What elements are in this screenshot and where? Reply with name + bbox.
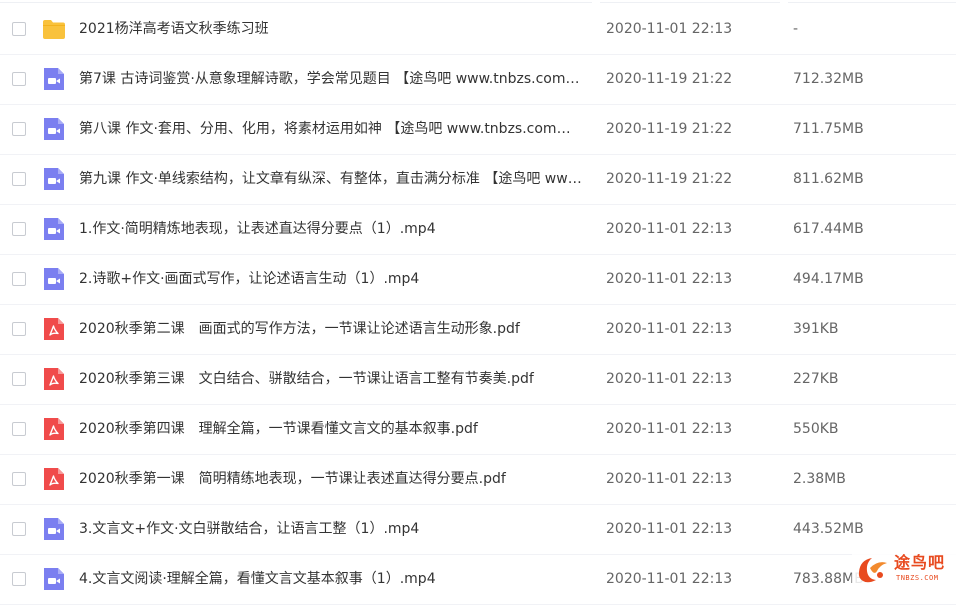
file-list: 2021杨洋高考语文秋季练习班 2020-11-01 22:13 - 第7课 古…	[0, 5, 956, 605]
file-row[interactable]: 2020秋季第三课 文白结合、骈散结合，一节课让语言工整有节奏美.pdf 202…	[0, 355, 956, 405]
file-date: 2020-11-01 22:13	[606, 371, 733, 387]
file-size: 391KB	[793, 321, 839, 337]
file-date: 2020-11-01 22:13	[606, 271, 733, 287]
row-checkbox[interactable]	[12, 122, 26, 136]
file-name[interactable]: 2020秋季第二课 画面式的写作方法，一节课让论述语言生动形象.pdf	[79, 319, 584, 339]
file-row[interactable]: 2020秋季第四课 理解全篇，一节课看懂文言文的基本叙事.pdf 2020-11…	[0, 405, 956, 455]
file-size: 550KB	[793, 421, 839, 437]
file-row[interactable]: 第八课 作文·套用、分用、化用，将素材运用如神 【途鸟吧 www.tnbzs.c…	[0, 105, 956, 155]
file-size: -	[793, 21, 799, 37]
file-name[interactable]: 3.文言文+作文·文白骈散结合，让语言工整（1）.mp4	[79, 519, 584, 539]
file-name[interactable]: 2.诗歌+作文·画面式写作，让论述语言生动（1）.mp4	[79, 269, 584, 289]
file-name[interactable]: 2020秋季第三课 文白结合、骈散结合，一节课让语言工整有节奏美.pdf	[79, 369, 584, 389]
row-checkbox[interactable]	[12, 372, 26, 386]
video-file-icon	[42, 168, 66, 190]
row-checkbox[interactable]	[12, 472, 26, 486]
row-checkbox[interactable]	[12, 72, 26, 86]
file-size: 712.32MB	[793, 71, 864, 87]
file-size: 227KB	[793, 371, 839, 387]
file-date: 2020-11-01 22:13	[606, 421, 733, 437]
folder-icon	[42, 18, 66, 40]
file-size: 494.17MB	[793, 271, 864, 287]
file-name[interactable]: 第八课 作文·套用、分用、化用，将素材运用如神 【途鸟吧 www.tnbzs.c…	[79, 119, 584, 139]
file-name[interactable]: 2020秋季第四课 理解全篇，一节课看懂文言文的基本叙事.pdf	[79, 419, 584, 439]
file-row[interactable]: 2020秋季第二课 画面式的写作方法，一节课让论述语言生动形象.pdf 2020…	[0, 305, 956, 355]
file-date: 2020-11-01 22:13	[606, 21, 733, 37]
row-checkbox[interactable]	[12, 572, 26, 586]
file-date: 2020-11-19 21:22	[606, 171, 733, 187]
file-row[interactable]: 2.诗歌+作文·画面式写作，让论述语言生动（1）.mp4 2020-11-01 …	[0, 255, 956, 305]
file-date: 2020-11-19 21:22	[606, 71, 733, 87]
file-row[interactable]: 2021杨洋高考语文秋季练习班 2020-11-01 22:13 -	[0, 5, 956, 55]
watermark-text: 途鸟吧	[894, 553, 946, 572]
file-name[interactable]: 2021杨洋高考语文秋季练习班	[79, 19, 584, 39]
row-checkbox[interactable]	[12, 172, 26, 186]
pdf-file-icon	[42, 368, 66, 390]
file-row[interactable]: 1.作文·简明精炼地表现，让表述直达得分要点（1）.mp4 2020-11-01…	[0, 205, 956, 255]
row-checkbox[interactable]	[12, 222, 26, 236]
file-name[interactable]: 2020秋季第一课 简明精练地表现，一节课让表述直达得分要点.pdf	[79, 469, 584, 489]
video-file-icon	[42, 118, 66, 140]
video-file-icon	[42, 568, 66, 590]
pdf-file-icon	[42, 468, 66, 490]
file-date: 2020-11-01 22:13	[606, 321, 733, 337]
file-date: 2020-11-01 22:13	[606, 521, 733, 537]
file-row[interactable]: 2020秋季第一课 简明精练地表现，一节课让表述直达得分要点.pdf 2020-…	[0, 455, 956, 505]
row-checkbox[interactable]	[12, 522, 26, 536]
video-file-icon	[42, 68, 66, 90]
file-row[interactable]: 3.文言文+作文·文白骈散结合，让语言工整（1）.mp4 2020-11-01 …	[0, 505, 956, 555]
file-name[interactable]: 1.作文·简明精炼地表现，让表述直达得分要点（1）.mp4	[79, 219, 584, 239]
file-date: 2020-11-19 21:22	[606, 121, 733, 137]
file-row[interactable]: 4.文言文阅读·理解全篇，看懂文言文基本叙事（1）.mp4 2020-11-01…	[0, 555, 956, 605]
file-size: 811.62MB	[793, 171, 864, 187]
row-checkbox[interactable]	[12, 22, 26, 36]
file-size: 443.52MB	[793, 521, 864, 537]
file-name[interactable]: 第7课 古诗词鉴赏·从意象理解诗歌，学会常见题目 【途鸟吧 www.tnbzs.…	[79, 69, 584, 89]
file-name[interactable]: 4.文言文阅读·理解全篇，看懂文言文基本叙事（1）.mp4	[79, 569, 584, 589]
file-date: 2020-11-01 22:13	[606, 221, 733, 237]
file-name[interactable]: 第九课 作文·单线索结构，让文章有纵深、有整体，直击满分标准 【途鸟吧 www.…	[79, 169, 584, 189]
video-file-icon	[42, 268, 66, 290]
file-size: 711.75MB	[793, 121, 864, 137]
site-watermark: 途鸟吧 TNBZS.COM	[852, 552, 956, 588]
row-checkbox[interactable]	[12, 422, 26, 436]
row-checkbox[interactable]	[12, 272, 26, 286]
watermark-domain: TNBZS.COM	[896, 574, 939, 582]
file-size: 617.44MB	[793, 221, 864, 237]
row-checkbox[interactable]	[12, 322, 26, 336]
bird-logo-icon	[856, 554, 890, 586]
file-row[interactable]: 第九课 作文·单线索结构，让文章有纵深、有整体，直击满分标准 【途鸟吧 www.…	[0, 155, 956, 205]
video-file-icon	[42, 518, 66, 540]
file-date: 2020-11-01 22:13	[606, 471, 733, 487]
video-file-icon	[42, 218, 66, 240]
pdf-file-icon	[42, 418, 66, 440]
file-date: 2020-11-01 22:13	[606, 571, 733, 587]
file-row[interactable]: 第7课 古诗词鉴赏·从意象理解诗歌，学会常见题目 【途鸟吧 www.tnbzs.…	[0, 55, 956, 105]
file-size: 2.38MB	[793, 471, 846, 487]
pdf-file-icon	[42, 318, 66, 340]
